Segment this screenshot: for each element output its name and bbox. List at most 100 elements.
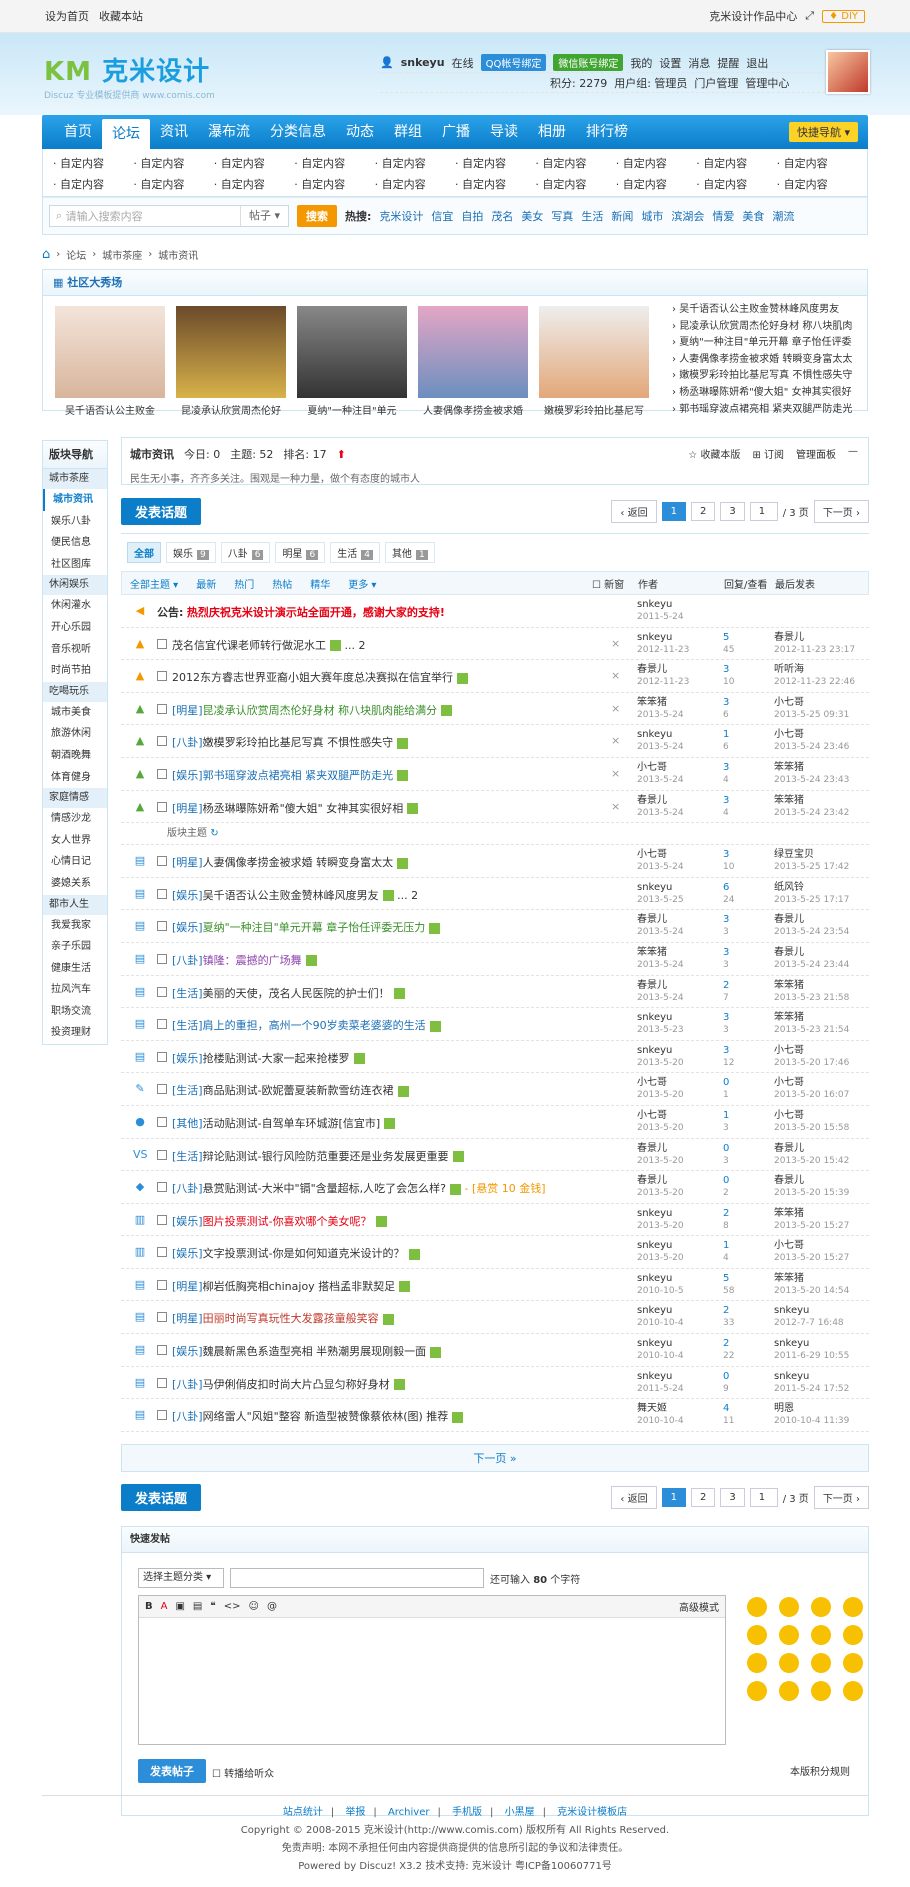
- thread-author[interactable]: snkeyu 2010-10-4: [637, 1337, 684, 1363]
- show-pic[interactable]: 昆凌承认欣赏周杰伦好: [176, 306, 286, 417]
- thread-title[interactable]: 茂名信宜代课老师转行做泥水工 ... 2: [172, 637, 365, 653]
- post-topic-button[interactable]: 发表话题: [121, 497, 202, 525]
- smiley-icon[interactable]: [779, 1596, 799, 1617]
- bold-icon[interactable]: B: [145, 1601, 153, 1612]
- portal-manage-link[interactable]: 门户管理: [694, 75, 738, 91]
- sidebar-group[interactable]: 家庭情感: [43, 788, 107, 809]
- nav-group[interactable]: 群组: [384, 115, 432, 149]
- thread-last-post[interactable]: 笨笨猪 2013-5-23 21:58: [774, 979, 849, 1005]
- subnav-item[interactable]: · 自定内容: [53, 155, 133, 171]
- thread-author[interactable]: snkeyu 2010-10-5: [637, 1272, 684, 1298]
- hot-keyword[interactable]: 滨湖会: [671, 208, 704, 224]
- quick-nav-button[interactable]: 快捷导航 ▾: [788, 122, 858, 142]
- thread-author[interactable]: snkeyu 2013-5-25: [637, 881, 684, 907]
- post-topic-button[interactable]: 发表话题: [121, 1484, 202, 1512]
- page-1[interactable]: 1: [661, 501, 686, 521]
- hot-keyword[interactable]: 潮流: [772, 208, 794, 224]
- sidebar-item[interactable]: 健康生活: [43, 958, 107, 980]
- editor[interactable]: B A ▣ ▤ ❝ <> ☺ @ 高级模式: [138, 1594, 726, 1745]
- thread-last-post[interactable]: 春景儿 2013-5-20 15:42: [774, 1142, 849, 1168]
- filter-hot[interactable]: 热门: [234, 576, 254, 591]
- thread-checkbox[interactable]: [157, 736, 167, 747]
- filter-more[interactable]: 更多 ▾: [348, 576, 376, 591]
- thread-title[interactable]: [明星]田丽时尚写真玩性大发露孩童般笑容: [172, 1310, 394, 1326]
- thread-checkbox[interactable]: [157, 1182, 167, 1193]
- credit-rule-link[interactable]: 本版积分规则: [790, 1763, 850, 1778]
- footer-link[interactable]: 小黑屋: [505, 1807, 535, 1818]
- thread-author[interactable]: snkeyu 2013-5-20: [637, 1207, 684, 1233]
- smiley-icon[interactable]: [747, 1624, 767, 1645]
- sidebar-group[interactable]: 休闲娱乐: [43, 575, 107, 596]
- nav-album[interactable]: 相册: [528, 115, 576, 149]
- thread-title[interactable]: [八卦]悬赏贴测试-大米中"镉"含量超标,人吃了会怎么样? - [悬赏 10 金…: [172, 1180, 546, 1196]
- search-type-select[interactable]: 帖子 ▾: [240, 206, 288, 226]
- set-home-link[interactable]: 设为首页: [45, 10, 89, 23]
- footer-link[interactable]: Archiver: [388, 1807, 430, 1818]
- at-icon[interactable]: @: [267, 1601, 277, 1612]
- sidebar-item[interactable]: 婆媳关系: [43, 873, 107, 895]
- table-row[interactable]: ▥ [娱乐]文字投票测试-你是如何知道克米设计的？ snkeyu 2013-5-20 1…: [121, 1236, 869, 1269]
- code-icon[interactable]: <>: [224, 1601, 241, 1612]
- sidebar-item[interactable]: 心情日记: [43, 851, 107, 873]
- list-item[interactable]: › 郭书瑶穿波点裙亮相 紧夹双腿严防走光: [672, 400, 872, 417]
- thread-checkbox[interactable]: [157, 1279, 167, 1290]
- show-pic[interactable]: 夏纳"一种注目"单元: [297, 306, 407, 417]
- diy-button[interactable]: ♦ DIY: [822, 9, 865, 23]
- search-button[interactable]: 搜索: [297, 205, 337, 227]
- remind-link[interactable]: 提醒: [717, 55, 739, 71]
- sidebar-item[interactable]: 城市资讯: [43, 489, 107, 511]
- back-button[interactable]: ‹ 返回: [611, 499, 657, 523]
- qq-bind-button[interactable]: QQ帐号绑定: [480, 54, 547, 71]
- thread-checkbox[interactable]: [157, 1247, 167, 1258]
- thread-author[interactable]: 舞天姬 2010-10-4: [637, 1402, 684, 1428]
- smiley-icon[interactable]: [811, 1680, 831, 1701]
- thread-title[interactable]: [生活]辩论贴测试-银行风险防范重要还是业务发展更重要: [172, 1148, 464, 1164]
- thread-title[interactable]: [八卦]镇隆：震撼的广场舞: [172, 952, 317, 968]
- table-row[interactable]: ▤ [明星]柳岩低胸亮相chinajoy 搭档孟非默契足 snkeyu 2010-10…: [121, 1269, 869, 1302]
- thread-checkbox[interactable]: [157, 1149, 167, 1160]
- smiley-icon[interactable]: [779, 1624, 799, 1645]
- close-icon[interactable]: ×: [611, 669, 620, 682]
- thread-checkbox[interactable]: [157, 1019, 167, 1030]
- thread-title[interactable]: [生活]美丽的天使，茂名人民医院的护士们！: [172, 985, 405, 1001]
- search-input[interactable]: ⌕ 请输入搜索内容 帖子 ▾: [49, 205, 289, 227]
- thread-title[interactable]: 2012东方睿志世界亚裔小姐大赛年度总决赛拟在信宜举行: [172, 669, 468, 685]
- subnav-item[interactable]: · 自定内容: [53, 176, 133, 192]
- thread-checkbox[interactable]: [157, 671, 167, 682]
- hot-keyword[interactable]: 信宜: [431, 208, 453, 224]
- sidebar-item[interactable]: 体育健身: [43, 767, 107, 789]
- crumb-item[interactable]: 城市茶座: [102, 247, 142, 262]
- thread-author[interactable]: 春景儿 2013-5-20: [637, 1142, 684, 1168]
- avatar[interactable]: [826, 50, 870, 94]
- smiley-icon[interactable]: [747, 1680, 767, 1701]
- thread-checkbox[interactable]: [157, 1312, 167, 1323]
- thread-last-post[interactable]: 笨笨猪 2013-5-24 23:43: [774, 761, 849, 787]
- sidebar-item[interactable]: 社区图库: [43, 554, 107, 576]
- thread-author[interactable]: 小七哥 2013-5-24: [637, 848, 684, 874]
- thread-author[interactable]: 春景儿 2013-5-20: [637, 1174, 684, 1200]
- hot-keyword[interactable]: 茂名: [491, 208, 513, 224]
- nav-forum[interactable]: 论坛: [102, 119, 150, 149]
- table-row[interactable]: ▤ [八卦]镇隆：震撼的广场舞 笨笨猪 2013-5-24 3 3 春景儿 2013-5-24…: [121, 943, 869, 976]
- usergroup-link[interactable]: 用户组: 管理员: [614, 75, 687, 91]
- subnav-item[interactable]: · 自定内容: [375, 155, 455, 171]
- thread-title[interactable]: [八卦]网络雷人"风姐"整容 新造型被赞像蔡依林(图) 推荐: [172, 1408, 464, 1424]
- sidebar-item[interactable]: 我爱我家: [43, 915, 107, 937]
- thread-title[interactable]: [其他]活动贴测试-自驾单车环城游[信宜市]: [172, 1115, 396, 1131]
- table-row[interactable]: ▤ [娱乐]吴千语否认公主败金赞林峰风度男友 ... 2 snkeyu 2013-5-…: [121, 878, 869, 911]
- close-icon[interactable]: ×: [611, 734, 620, 747]
- smiley-icon[interactable]: ☺: [249, 1601, 259, 1612]
- smiley-icon[interactable]: [811, 1624, 831, 1645]
- thread-title[interactable]: [娱乐]吴千语否认公主败金赞林峰风度男友 ... 2: [172, 887, 418, 903]
- subnav-item[interactable]: · 自定内容: [535, 155, 615, 171]
- hot-keyword[interactable]: 美女: [521, 208, 543, 224]
- table-row[interactable]: ▤ [八卦]网络雷人"风姐"整容 新造型被赞像蔡依林(图) 推荐 舞天姬 2010-1…: [121, 1399, 869, 1432]
- nav-guide[interactable]: 导读: [480, 115, 528, 149]
- smiley-icon[interactable]: [843, 1652, 863, 1673]
- table-row[interactable]: ▲ 2012东方睿志世界亚裔小姐大赛年度总决赛拟在信宜举行 × 春景儿 2012-11-…: [121, 660, 869, 693]
- color-icon[interactable]: A: [161, 1601, 168, 1612]
- subnav-item[interactable]: · 自定内容: [455, 176, 535, 192]
- thread-checkbox[interactable]: [157, 801, 167, 812]
- hot-keyword[interactable]: 城市: [641, 208, 663, 224]
- footer-link[interactable]: 手机版: [452, 1807, 482, 1818]
